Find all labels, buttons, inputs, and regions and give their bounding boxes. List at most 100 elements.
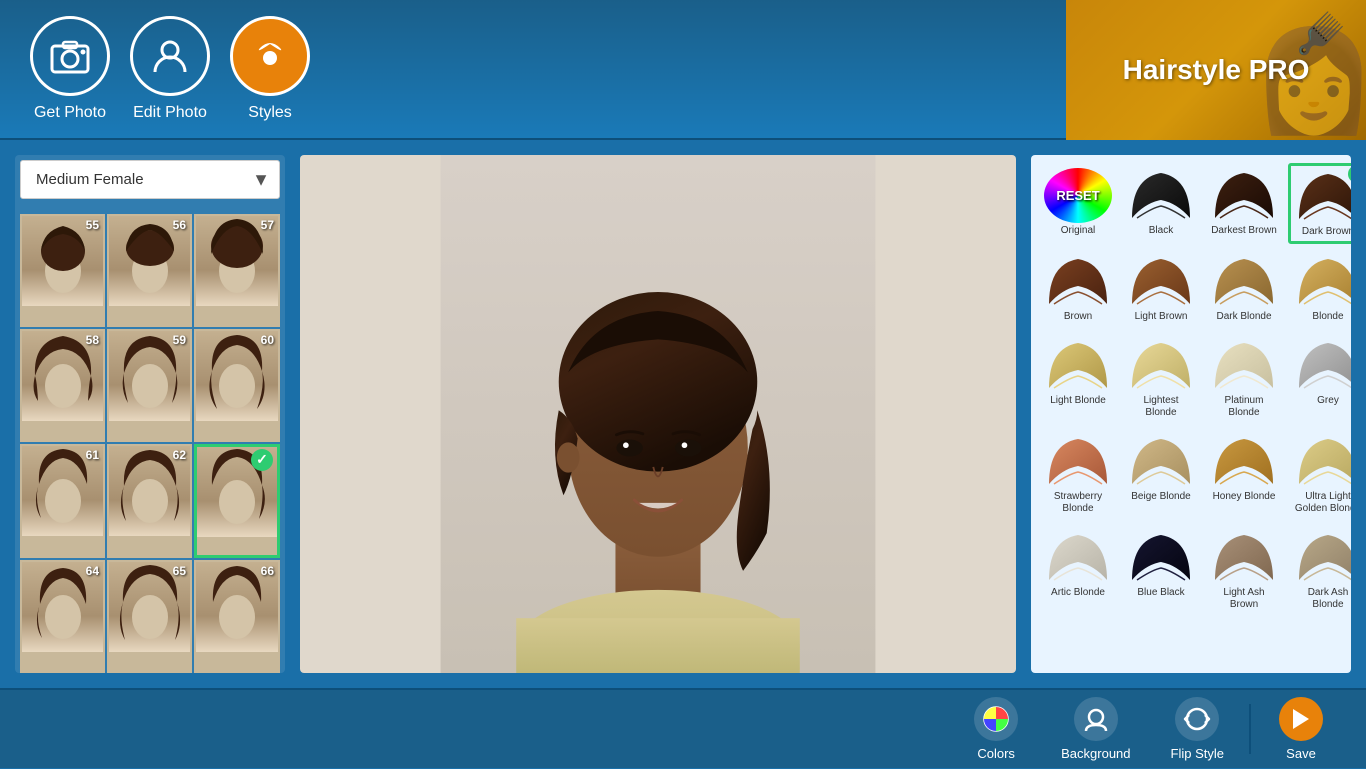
save-btn-label: Save (1286, 746, 1316, 761)
color-dark-brown-label: Dark Brown (1302, 226, 1351, 238)
color-light-ash-brown[interactable]: Light Ash Brown (1205, 525, 1283, 616)
color-platinum-blonde[interactable]: Platinum Blonde (1205, 333, 1283, 424)
color-dark-blonde-label: Dark Blonde (1216, 311, 1271, 323)
color-blue-black-label: Blue Black (1137, 587, 1184, 599)
grey-swatch (1294, 338, 1351, 393)
platinum-blonde-swatch (1210, 338, 1278, 393)
blue-black-swatch (1127, 530, 1195, 585)
color-dark-ash-blonde-label: Dark Ash Blonde (1293, 587, 1351, 611)
color-brown-label: Brown (1064, 311, 1092, 323)
styles-btn[interactable]: Styles (230, 16, 310, 122)
nav-buttons: Get Photo Edit Photo Styles (30, 16, 310, 122)
color-dark-blonde[interactable]: Dark Blonde (1205, 249, 1283, 328)
color-honey-blonde[interactable]: Honey Blonde (1205, 429, 1283, 508)
color-dark-ash-blonde[interactable]: Dark Ash Blonde (1288, 525, 1351, 616)
style-num-59: 59 (173, 333, 186, 347)
honey-blonde-swatch (1210, 434, 1278, 489)
style-num-56: 56 (173, 218, 186, 232)
edit-photo-label: Edit Photo (133, 104, 207, 122)
ultra-light-golden-blonde-swatch (1294, 434, 1351, 489)
color-original[interactable]: RESET Original (1039, 163, 1117, 242)
color-grid: RESET Original Black (1039, 163, 1343, 616)
color-light-brown[interactable]: Light Brown (1122, 249, 1200, 328)
color-blonde[interactable]: Blonde (1288, 249, 1351, 328)
flip-style-btn[interactable]: Flip Style (1151, 689, 1244, 769)
style-num-55: 55 (86, 218, 99, 232)
style-num-65: 65 (173, 564, 186, 578)
style-item-60[interactable]: 60 (194, 329, 280, 442)
style-num-61: 61 (86, 448, 99, 462)
main-content: Medium Female Short Female Long Female S… (0, 140, 1366, 688)
color-blue-black[interactable]: Blue Black (1122, 525, 1200, 604)
darkest-brown-swatch (1210, 168, 1278, 223)
styles-icon (230, 16, 310, 96)
color-dark-brown[interactable]: Dark Brown (1288, 163, 1351, 244)
color-darkest-brown-label: Darkest Brown (1211, 225, 1277, 237)
dropdown-container: Medium Female Short Female Long Female S… (15, 155, 285, 204)
background-btn[interactable]: Background (1041, 689, 1150, 769)
style-item-62[interactable]: 62 (107, 444, 192, 559)
style-item-66[interactable]: 66 (194, 560, 280, 673)
footer-divider (1249, 704, 1251, 754)
color-darkest-brown[interactable]: Darkest Brown (1205, 163, 1283, 242)
style-num-66: 66 (261, 564, 274, 578)
color-strawberry-blonde[interactable]: Strawberry Blonde (1039, 429, 1117, 520)
black-swatch (1127, 168, 1195, 223)
color-beige-blonde-label: Beige Blonde (1131, 491, 1191, 503)
footer: Colors Background Flip Style Sav (0, 688, 1366, 768)
styles-label: Styles (248, 104, 292, 122)
center-panel (300, 155, 1016, 673)
style-item-56[interactable]: 56 (107, 214, 192, 327)
blonde-swatch (1294, 254, 1351, 309)
color-artic-blonde-label: Artic Blonde (1051, 587, 1105, 599)
style-item-57[interactable]: 57 (194, 214, 280, 327)
app-title: Hairstyle PRO (1123, 54, 1310, 86)
color-darkest-brown-wrapper: Darkest Brown (1205, 163, 1283, 244)
get-photo-btn[interactable]: Get Photo (30, 16, 110, 122)
flip-style-btn-label: Flip Style (1171, 746, 1224, 761)
edit-photo-icon (130, 16, 210, 96)
flip-style-icon (1175, 697, 1219, 741)
color-brown[interactable]: Brown (1039, 249, 1117, 328)
style-item-63[interactable]: ✓ (194, 444, 280, 559)
color-lightest-blonde[interactable]: Lightest Blonde (1122, 333, 1200, 424)
light-blonde-swatch (1044, 338, 1112, 393)
color-beige-blonde[interactable]: Beige Blonde (1122, 429, 1200, 508)
color-black-wrapper: Black (1122, 163, 1200, 244)
logo-area: Hairstyle PRO 👩 🪮 (1066, 0, 1366, 140)
style-num-62: 62 (173, 448, 186, 462)
strawberry-blonde-swatch (1044, 434, 1112, 489)
color-grey[interactable]: Grey (1288, 333, 1351, 412)
save-btn[interactable]: Save (1256, 689, 1346, 769)
style-item-65[interactable]: 65 (107, 560, 192, 673)
edit-photo-btn[interactable]: Edit Photo (130, 16, 210, 122)
colors-btn[interactable]: Colors (951, 689, 1041, 769)
style-num-60: 60 (261, 333, 274, 347)
color-light-blonde[interactable]: Light Blonde (1039, 333, 1117, 412)
color-platinum-blonde-label: Platinum Blonde (1210, 395, 1278, 419)
style-item-58[interactable]: 58 (20, 329, 105, 442)
color-ultra-light-golden-blonde[interactable]: Ultra Light Golden Blonde (1288, 429, 1351, 520)
style-item-59[interactable]: 59 (107, 329, 192, 442)
dark-ash-blonde-swatch (1294, 530, 1351, 585)
style-item-61[interactable]: 61 (20, 444, 105, 559)
background-icon (1074, 697, 1118, 741)
color-light-ash-brown-label: Light Ash Brown (1210, 587, 1278, 611)
color-blonde-label: Blonde (1312, 311, 1343, 323)
beige-blonde-swatch (1127, 434, 1195, 489)
color-light-brown-label: Light Brown (1135, 311, 1188, 323)
style-grid: 55 56 (15, 214, 285, 673)
style-item-55[interactable]: 55 (20, 214, 105, 327)
color-artic-blonde[interactable]: Artic Blonde (1039, 525, 1117, 604)
style-item-64[interactable]: 64 (20, 560, 105, 673)
style-dropdown[interactable]: Medium Female Short Female Long Female S… (20, 160, 280, 199)
header: Get Photo Edit Photo Styles Hairstyle PR… (0, 0, 1366, 140)
style-num-57: 57 (261, 218, 274, 232)
selected-checkmark: ✓ (251, 449, 273, 471)
color-ultra-light-golden-blonde-label: Ultra Light Golden Blonde (1293, 491, 1351, 515)
color-black[interactable]: Black (1122, 163, 1200, 242)
color-original-label: Original (1061, 225, 1095, 237)
right-panel: RESET Original Black (1031, 155, 1351, 673)
color-honey-blonde-label: Honey Blonde (1213, 491, 1276, 503)
dropdown-wrapper: Medium Female Short Female Long Female S… (20, 160, 280, 199)
